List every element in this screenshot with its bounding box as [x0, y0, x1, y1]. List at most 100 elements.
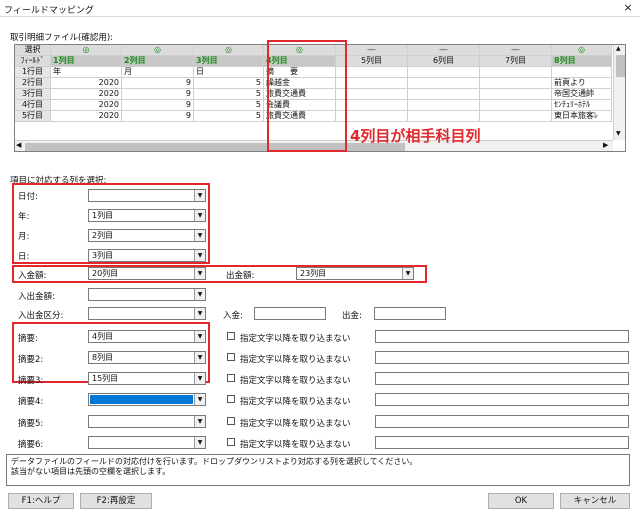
grid-cell[interactable]: 9: [122, 89, 194, 100]
year-select[interactable]: 1列目 ▼: [88, 209, 206, 222]
grid-cell[interactable]: [408, 89, 480, 100]
grid-cell[interactable]: 5: [194, 100, 264, 111]
grid-cell[interactable]: [408, 111, 480, 122]
row-header: 5行目: [15, 111, 51, 122]
grid-cell[interactable]: 日: [194, 67, 264, 78]
grid-cell[interactable]: 前頁より: [552, 78, 612, 89]
exclude-after-checkbox[interactable]: [227, 374, 235, 382]
chevron-down-icon: ▼: [402, 268, 413, 279]
scroll-right-icon[interactable]: ▶: [603, 141, 608, 149]
month-select[interactable]: 2列目 ▼: [88, 229, 206, 242]
grid-cell[interactable]: 9: [122, 100, 194, 111]
inout-amount-select[interactable]: ▼: [88, 288, 206, 301]
grid-cell[interactable]: 9: [122, 111, 194, 122]
grid-cell[interactable]: 5: [194, 111, 264, 122]
column-selector[interactable]: ◎: [552, 45, 612, 56]
scroll-down-icon[interactable]: ▼: [616, 130, 621, 137]
exclude-after-text-field[interactable]: [375, 393, 629, 406]
summary-select[interactable]: 4列目 ▼: [88, 330, 206, 343]
grid-cell[interactable]: 5: [194, 78, 264, 89]
chevron-down-icon: ▼: [194, 190, 205, 201]
summary-select[interactable]: 15列目 ▼: [88, 372, 206, 385]
grid-cell[interactable]: 2020: [51, 100, 122, 111]
summary-label: 摘要4:: [18, 397, 44, 407]
day-label: 日:: [18, 252, 30, 262]
grid-cell[interactable]: 9: [122, 78, 194, 89]
grid-cell[interactable]: 東日本旅客ﾚ: [552, 111, 612, 122]
column-header[interactable]: 1列目: [51, 56, 122, 67]
column-header[interactable]: 3列目: [194, 56, 264, 67]
day-select[interactable]: 3列目 ▼: [88, 249, 206, 262]
ok-button[interactable]: OK: [488, 493, 554, 509]
chevron-down-icon: ▼: [194, 437, 205, 448]
vertical-scroll-thumb[interactable]: [616, 55, 625, 77]
exclude-after-text-field[interactable]: [375, 330, 629, 343]
chevron-down-icon: ▼: [194, 250, 205, 261]
grid-cell[interactable]: 月: [122, 67, 194, 78]
grid-cell[interactable]: ｾﾝﾁｭﾘｰﾎﾃﾙ: [552, 100, 612, 111]
exclude-after-text-field[interactable]: [375, 436, 629, 449]
exclude-after-checkbox[interactable]: [227, 417, 235, 425]
column-header[interactable]: 6列目: [408, 56, 480, 67]
column-header[interactable]: 2列目: [122, 56, 194, 67]
chevron-down-icon: ▼: [194, 210, 205, 221]
grid-cell[interactable]: [552, 67, 612, 78]
scroll-left-icon[interactable]: ◀: [16, 141, 21, 149]
help-button[interactable]: F1:ヘルプ: [8, 493, 74, 509]
column4-highlight: [267, 40, 347, 152]
grid-cell[interactable]: [480, 111, 552, 122]
grid-cell[interactable]: [480, 89, 552, 100]
exclude-after-checkbox[interactable]: [227, 353, 235, 361]
column-selector[interactable]: ◎: [51, 45, 122, 56]
date-select[interactable]: ▼: [88, 189, 206, 202]
help-message-line2: 該当がない項目は先頭の空欄を選択します。: [11, 467, 171, 476]
withdrawal-select[interactable]: 23列目 ▼: [296, 267, 414, 280]
grid-cell[interactable]: [480, 100, 552, 111]
column-selector[interactable]: ◎: [122, 45, 194, 56]
exclude-after-text-field[interactable]: [375, 372, 629, 385]
exclude-after-label: 指定文字以降を取り込まない: [240, 376, 351, 386]
grid-cell[interactable]: [480, 78, 552, 89]
grid-cell[interactable]: 年: [51, 67, 122, 78]
close-icon[interactable]: ×: [620, 1, 636, 15]
column-selector[interactable]: ◎: [194, 45, 264, 56]
column-selector[interactable]: ―: [480, 45, 552, 56]
chevron-down-icon: ▼: [194, 289, 205, 300]
exclude-after-label: 指定文字以降を取り込まない: [240, 355, 351, 365]
column-header[interactable]: 8列目: [552, 56, 612, 67]
deposit-select[interactable]: 20列目 ▼: [88, 267, 206, 280]
exclude-after-checkbox[interactable]: [227, 332, 235, 340]
grid-cell[interactable]: [408, 100, 480, 111]
exclude-after-checkbox[interactable]: [227, 438, 235, 446]
summary-select[interactable]: ▼: [88, 436, 206, 449]
exclude-after-checkbox[interactable]: [227, 395, 235, 403]
exclude-after-text-field[interactable]: [375, 415, 629, 428]
cancel-button[interactable]: キャンセル: [560, 493, 630, 509]
reset-button[interactable]: F2:再設定: [80, 493, 152, 509]
grid-cell[interactable]: [480, 67, 552, 78]
vertical-scrollbar[interactable]: ▲ ▼: [613, 45, 625, 140]
horizontal-scroll-thumb[interactable]: [25, 143, 405, 151]
summary-select[interactable]: ▼: [88, 415, 206, 428]
chevron-down-icon: ▼: [194, 230, 205, 241]
grid-cell[interactable]: 帝国交通帥: [552, 89, 612, 100]
chevron-down-icon: ▼: [194, 268, 205, 279]
grid-cell[interactable]: 2020: [51, 111, 122, 122]
summary-select[interactable]: ▼: [88, 393, 206, 406]
chevron-down-icon: ▼: [194, 394, 205, 405]
summary-select[interactable]: 8列目 ▼: [88, 351, 206, 364]
summary-label: 摘要:: [18, 334, 38, 344]
out-value-field[interactable]: [374, 307, 446, 320]
inout-type-select[interactable]: ▼: [88, 307, 206, 320]
summary-label: 摘要3:: [18, 376, 44, 386]
grid-cell[interactable]: [408, 78, 480, 89]
grid-cell[interactable]: 5: [194, 89, 264, 100]
grid-cell[interactable]: [408, 67, 480, 78]
in-value-field[interactable]: [254, 307, 326, 320]
grid-cell[interactable]: 2020: [51, 89, 122, 100]
column-selector[interactable]: ―: [408, 45, 480, 56]
column-header[interactable]: 7列目: [480, 56, 552, 67]
exclude-after-text-field[interactable]: [375, 351, 629, 364]
grid-cell[interactable]: 2020: [51, 78, 122, 89]
scroll-up-icon[interactable]: ▲: [616, 45, 621, 52]
